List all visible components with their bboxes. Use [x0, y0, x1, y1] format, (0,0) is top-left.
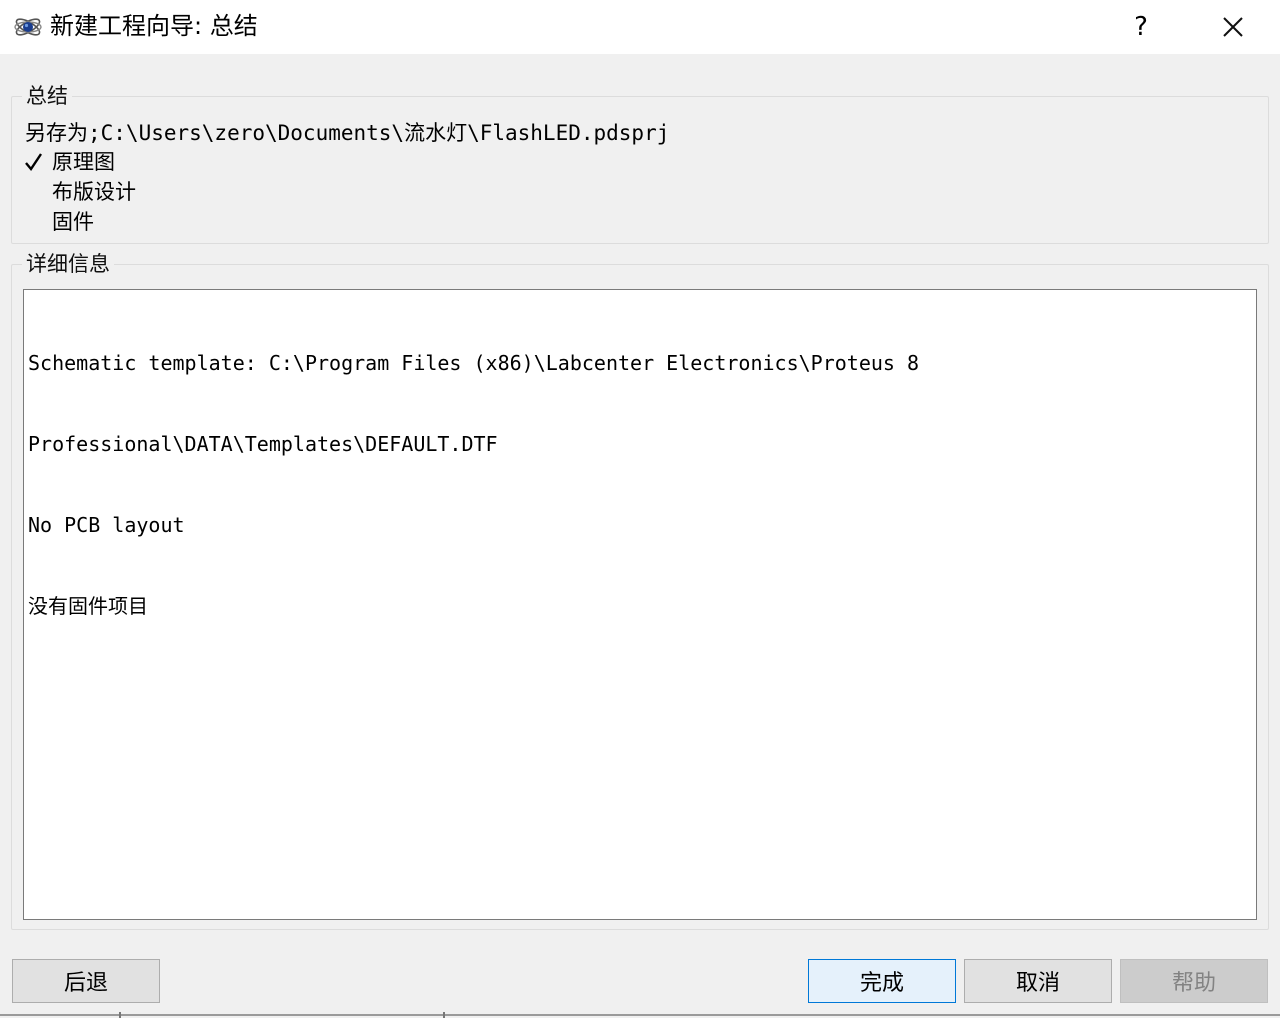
divider-tick: [119, 1012, 121, 1018]
save-as-path: 另存为;C:\Users\zero\Documents\流水灯\FlashLED…: [25, 121, 670, 145]
summary-item-schematic: 原理图: [52, 150, 115, 174]
summary-item-pcb-layout: 布版设计: [52, 180, 136, 204]
details-line: No PCB layout: [28, 513, 185, 537]
summary-group: 总结: [11, 84, 1269, 244]
details-line: Professional\DATA\Templates\DEFAULT.DTF: [28, 432, 498, 456]
summary-item-firmware: 固件: [52, 210, 94, 234]
details-legend: 详细信息: [26, 252, 110, 276]
finish-button[interactable]: 完成: [808, 959, 956, 1003]
cancel-button[interactable]: 取消: [964, 959, 1112, 1003]
close-icon: [1223, 17, 1243, 37]
details-textbox[interactable]: Schematic template: C:\Program Files (x8…: [23, 289, 1257, 920]
title-bar: 新建工程向导: 总结 ?: [0, 0, 1280, 54]
help-label: ?: [1134, 12, 1148, 42]
details-line: 没有固件项目: [28, 594, 148, 618]
help-button[interactable]: ?: [1118, 5, 1164, 49]
close-button[interactable]: [1210, 5, 1256, 49]
help-button-disabled: 帮助: [1120, 959, 1268, 1003]
proteus-atom-icon: [14, 18, 42, 36]
checkmark-icon: [25, 153, 42, 172]
back-button[interactable]: 后退: [12, 959, 160, 1003]
bottom-divider: [0, 1014, 1280, 1016]
divider-tick: [443, 1012, 445, 1018]
summary-legend: 总结: [26, 84, 68, 108]
window-title: 新建工程向导: 总结: [50, 12, 258, 40]
details-line: Schematic template: C:\Program Files (x8…: [28, 351, 920, 375]
